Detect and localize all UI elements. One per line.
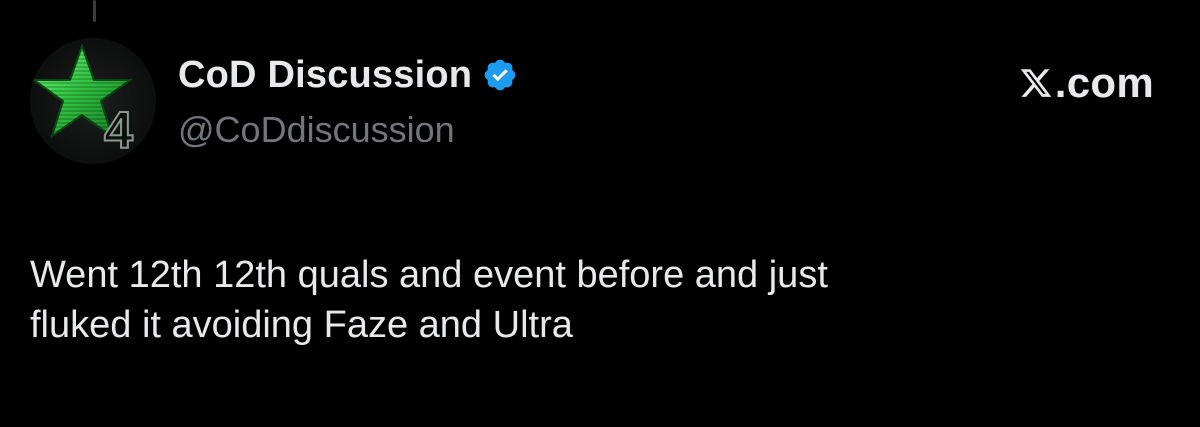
- brand-domain-text: .com: [1054, 59, 1154, 106]
- tweet-body-text: Went 12th 12th quals and event before an…: [30, 254, 828, 346]
- verified-badge-icon: [482, 57, 518, 93]
- x-com-watermark: .com: [1019, 58, 1154, 108]
- x-logo-icon: [1019, 66, 1053, 100]
- star-avatar-icon: 4: [30, 38, 156, 164]
- thread-connector-line: [93, 0, 96, 22]
- author-handle[interactable]: @CoDdiscussion: [178, 108, 455, 152]
- author-name-row: CoD Discussion: [178, 52, 518, 98]
- avatar[interactable]: 4: [30, 38, 156, 164]
- author-display-name[interactable]: CoD Discussion: [178, 52, 472, 98]
- svg-text:4: 4: [104, 102, 133, 160]
